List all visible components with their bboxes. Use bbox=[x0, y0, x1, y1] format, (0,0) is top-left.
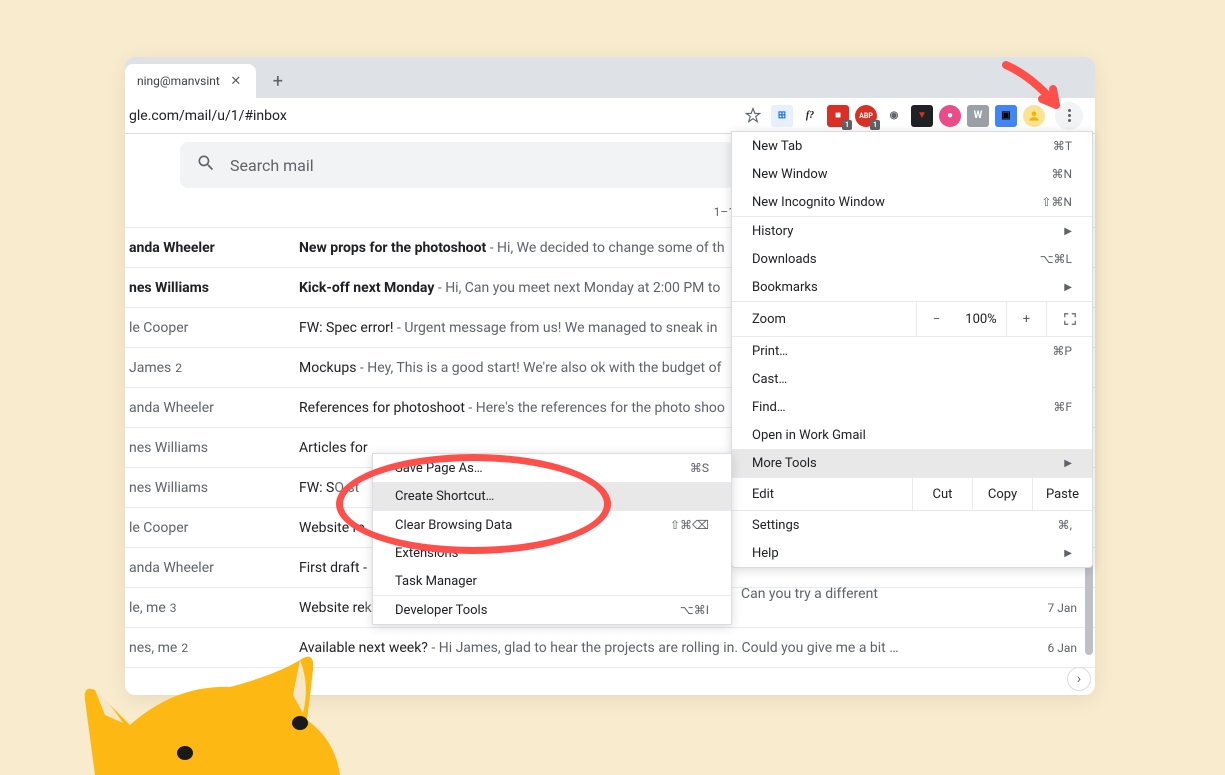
email-sender: anda Wheeler bbox=[129, 400, 299, 416]
chrome-main-menu: New Tab⌘T New Window⌘N New Incognito Win… bbox=[731, 131, 1093, 568]
adblock-icon[interactable]: ABP1 bbox=[855, 105, 877, 127]
submenu-save-page[interactable]: Save Page As…⌘S bbox=[373, 454, 731, 482]
menu-bookmarks[interactable]: Bookmarks▶ bbox=[732, 273, 1092, 301]
edit-label: Edit bbox=[732, 487, 912, 502]
thread-count: 3 bbox=[170, 601, 177, 615]
extension-icon[interactable]: f? bbox=[799, 105, 821, 127]
new-tab-button[interactable]: + bbox=[264, 67, 292, 95]
menu-downloads[interactable]: Downloads⌥⌘L bbox=[732, 245, 1092, 273]
submenu-developer-tools[interactable]: Developer Tools⌥⌘I bbox=[373, 596, 731, 624]
menu-help[interactable]: Help▶ bbox=[732, 539, 1092, 567]
email-sender: anda Wheeler bbox=[129, 240, 299, 256]
menu-history[interactable]: History▶ bbox=[732, 217, 1092, 245]
submenu-clear-browsing-data[interactable]: Clear Browsing Data⇧⌘⌫ bbox=[373, 511, 731, 539]
menu-new-window[interactable]: New Window⌘N bbox=[732, 160, 1092, 188]
email-preview-fragment: Can you try a different bbox=[741, 586, 878, 602]
extension-icon[interactable]: ▣ bbox=[995, 105, 1017, 127]
search-icon bbox=[196, 153, 216, 177]
translate-icon[interactable]: ⊞ bbox=[771, 105, 793, 127]
zoom-percent: 100% bbox=[956, 312, 1006, 327]
extension-icons: ⊞ f? ■1 ABP1 ◉ ▼ ● W ▣ bbox=[771, 102, 1089, 130]
email-sender: nes, me2 bbox=[129, 640, 299, 656]
cut-button[interactable]: Cut bbox=[912, 478, 972, 510]
copy-button[interactable]: Copy bbox=[972, 478, 1032, 510]
browser-tab[interactable]: ning@manvsint ✕ bbox=[125, 64, 256, 98]
zoom-out-button[interactable]: − bbox=[916, 302, 956, 336]
extension-icon[interactable]: ◉ bbox=[883, 105, 905, 127]
menu-print[interactable]: Print…⌘P bbox=[732, 337, 1092, 365]
extension-icon[interactable]: ▼ bbox=[911, 105, 933, 127]
menu-find[interactable]: Find…⌘F bbox=[732, 393, 1092, 421]
extension-icon[interactable]: ● bbox=[939, 105, 961, 127]
email-subject-preview: Available next week? - Hi James, glad to… bbox=[299, 640, 1025, 656]
email-sender: le, me3 bbox=[129, 600, 299, 616]
profile-avatar[interactable] bbox=[1023, 105, 1045, 127]
thread-count: 2 bbox=[181, 641, 188, 655]
url-field[interactable]: gle.com/mail/u/1/#inbox bbox=[125, 108, 743, 124]
paste-button[interactable]: Paste bbox=[1032, 478, 1092, 510]
menu-open-work-gmail[interactable]: Open in Work Gmail bbox=[732, 421, 1092, 449]
zoom-label: Zoom bbox=[732, 312, 916, 327]
address-bar: gle.com/mail/u/1/#inbox ⊞ f? ■1 ABP1 ◉ ▼… bbox=[125, 98, 1095, 134]
tab-title: ning@manvsint bbox=[137, 74, 220, 88]
kebab-icon bbox=[1068, 109, 1071, 122]
close-icon[interactable]: ✕ bbox=[228, 73, 244, 89]
chrome-menu-button[interactable] bbox=[1055, 102, 1083, 130]
more-tools-submenu: Save Page As…⌘S Create Shortcut… Clear B… bbox=[372, 453, 732, 625]
chevron-right-icon: ▶ bbox=[1064, 458, 1072, 469]
submenu-create-shortcut[interactable]: Create Shortcut… bbox=[373, 482, 731, 510]
menu-zoom-row: Zoom − 100% + bbox=[732, 301, 1092, 337]
chevron-right-icon: ▶ bbox=[1064, 226, 1072, 237]
extension-icon[interactable]: W bbox=[967, 105, 989, 127]
chevron-right-icon: ▶ bbox=[1064, 548, 1072, 559]
email-sender: nes Williams bbox=[129, 280, 299, 296]
zoom-in-button[interactable]: + bbox=[1006, 302, 1046, 336]
menu-cast[interactable]: Cast… bbox=[732, 365, 1092, 393]
menu-new-incognito[interactable]: New Incognito Window⇧⌘N bbox=[732, 188, 1092, 216]
tab-bar: ning@manvsint ✕ + bbox=[125, 57, 1095, 98]
extension-icon[interactable]: ■1 bbox=[827, 105, 849, 127]
email-row[interactable]: nes, me2Available next week? - Hi James,… bbox=[125, 628, 1095, 668]
email-sender: nes Williams bbox=[129, 440, 299, 456]
email-sender: nes Williams bbox=[129, 480, 299, 496]
email-sender: le Cooper bbox=[129, 320, 299, 336]
email-sender: James2 bbox=[129, 360, 299, 376]
submenu-extensions[interactable]: Extensions bbox=[373, 539, 731, 567]
search-placeholder: Search mail bbox=[230, 156, 314, 175]
menu-settings[interactable]: Settings⌘, bbox=[732, 511, 1092, 539]
fullscreen-button[interactable] bbox=[1046, 302, 1092, 336]
menu-edit-row: Edit Cut Copy Paste bbox=[732, 477, 1092, 511]
bookmark-star-icon[interactable] bbox=[743, 106, 763, 126]
thread-count: 2 bbox=[175, 361, 182, 375]
submenu-task-manager[interactable]: Task Manager bbox=[373, 567, 731, 595]
search-input[interactable]: Search mail bbox=[180, 142, 735, 188]
email-sender: anda Wheeler bbox=[129, 560, 299, 576]
menu-new-tab[interactable]: New Tab⌘T bbox=[732, 132, 1092, 160]
email-sender: le Cooper bbox=[129, 520, 299, 536]
scroll-right-button[interactable]: › bbox=[1067, 667, 1091, 691]
chevron-right-icon: ▶ bbox=[1064, 282, 1072, 293]
menu-more-tools[interactable]: More Tools▶ bbox=[732, 449, 1092, 477]
